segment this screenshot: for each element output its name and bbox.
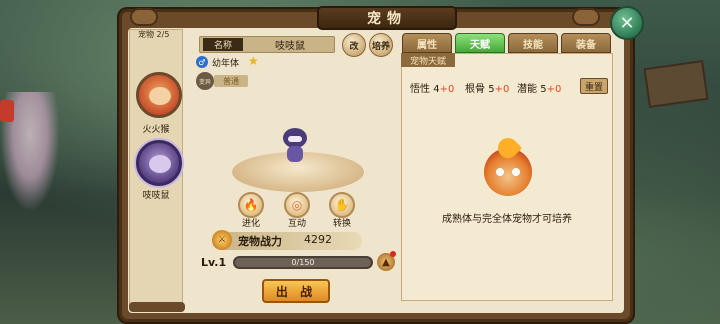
stat-bonus: +0 bbox=[546, 84, 562, 95]
tab-talent[interactable]: 天赋 bbox=[455, 33, 505, 53]
monkey-icon bbox=[149, 87, 171, 105]
rename-icon[interactable]: 改 bbox=[342, 33, 366, 57]
exp-text: 0/150 bbox=[291, 258, 315, 267]
pet-name-value: 吱吱鼠 bbox=[275, 41, 305, 52]
pet-name: 火火猴 bbox=[142, 125, 170, 135]
power-row bbox=[212, 232, 362, 250]
monkey-mascot-icon bbox=[484, 133, 532, 196]
hand-icon[interactable]: ✋ bbox=[329, 192, 355, 218]
notification-dot bbox=[390, 251, 396, 257]
list-footer-ornament bbox=[129, 302, 185, 312]
stat-bonus: +0 bbox=[494, 84, 510, 95]
pet-level: Lv.1 bbox=[201, 256, 227, 269]
stat-name: 根骨 bbox=[465, 84, 485, 95]
window-title: 宠物 bbox=[317, 6, 457, 30]
name-label: 名称 bbox=[203, 38, 243, 51]
deploy-button[interactable]: 出 战 bbox=[262, 279, 330, 303]
stat-name: 潜能 bbox=[517, 84, 537, 95]
stat-constitution: 根骨 5+0 bbox=[465, 80, 509, 95]
stat-comprehension: 悟性 4+0 bbox=[410, 80, 454, 95]
flame-icon[interactable]: 🔥 bbox=[238, 192, 264, 218]
power-value: 4292 bbox=[304, 233, 332, 246]
interact-button-label: 互动 bbox=[287, 219, 306, 229]
feed-icon[interactable]: 培养 bbox=[369, 33, 393, 57]
close-button[interactable]: ✕ bbox=[610, 6, 644, 40]
pet-slot-squeak-mouse[interactable] bbox=[136, 140, 182, 186]
stat-bonus: +0 bbox=[439, 84, 455, 95]
pet-name: 吱吱鼠 bbox=[142, 191, 170, 201]
reset-button[interactable]: 重置 bbox=[580, 78, 608, 94]
tab-equipment[interactable]: 装备 bbox=[561, 33, 611, 53]
stat-potential: 潜能 5+0 bbox=[517, 80, 561, 95]
variant-tag: 普通 bbox=[214, 75, 248, 87]
mouse-icon bbox=[149, 155, 171, 173]
convert-button-label: 转换 bbox=[332, 219, 351, 229]
background-signpost bbox=[643, 60, 709, 108]
background-banner bbox=[0, 100, 14, 122]
power-label: 宠物战力 bbox=[238, 235, 282, 248]
evolve-button-label: 进化 bbox=[241, 219, 260, 229]
pet-slot-fire-monkey[interactable] bbox=[136, 72, 182, 118]
corner-ornament-right bbox=[572, 8, 600, 26]
variant-badge: 变异 bbox=[196, 72, 214, 90]
exp-bar: 0/150 bbox=[233, 256, 373, 269]
swirl-icon[interactable]: ◎ bbox=[284, 192, 310, 218]
tab-attributes[interactable]: 属性 bbox=[402, 33, 452, 53]
talent-hint: 成熟体与完全体宠物才可培养 bbox=[442, 214, 572, 225]
power-icon: ⚔ bbox=[212, 230, 232, 250]
corner-ornament-left bbox=[130, 8, 158, 26]
male-gender-icon: ♂ bbox=[196, 56, 208, 68]
stat-name: 悟性 bbox=[410, 84, 430, 95]
star-icon: ★ bbox=[248, 54, 259, 68]
growth-stage: 幼年体 bbox=[212, 59, 240, 69]
pet-sprite bbox=[281, 128, 309, 164]
pet-count: 宠物 2/5 bbox=[138, 30, 170, 39]
talent-section-title: 宠物天赋 bbox=[401, 53, 455, 67]
tab-skills[interactable]: 技能 bbox=[508, 33, 558, 53]
